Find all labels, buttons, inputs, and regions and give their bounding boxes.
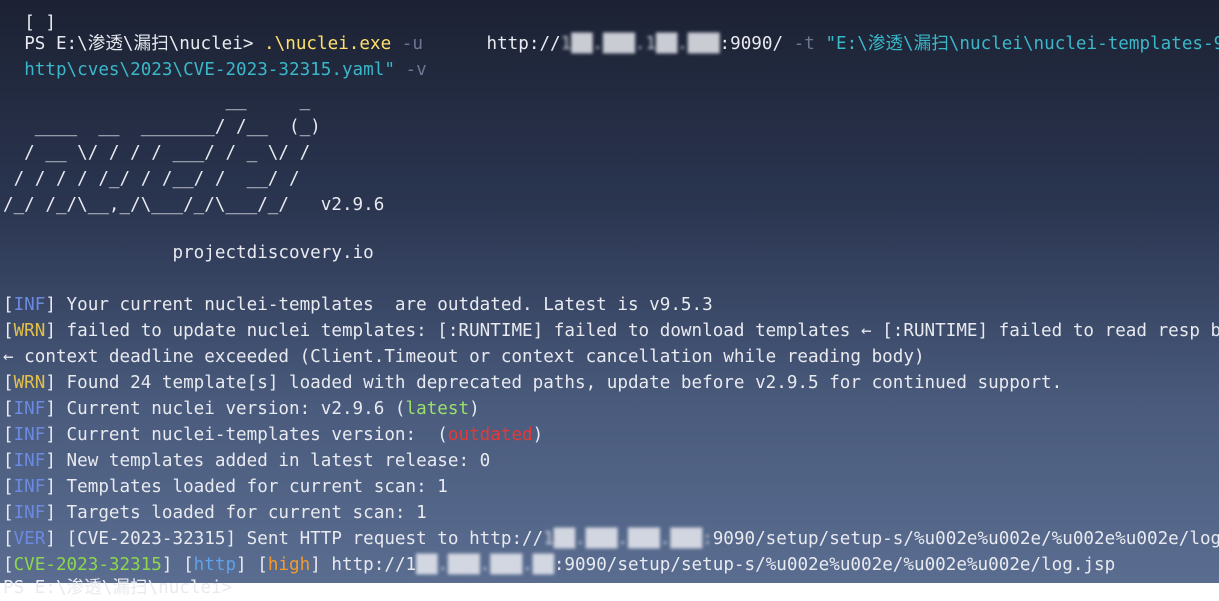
log-line: [INF] Current nuclei-templates version: … [3,425,544,445]
log-line: [INF] Templates loaded for current scan:… [3,477,448,497]
log-text: Current nuclei version: v2.9.6 ( [55,399,406,419]
result-url-suffix: :9090/setup/setup-s/%u002e%u002e/%u002e%… [553,555,1116,575]
log-tag-inf: INF [13,425,46,445]
log-text: Current nuclei-templates version: ( [55,425,448,445]
log-tag-inf: INF [13,503,46,523]
log-line-wrap: ← context deadline exceeded (Client.Time… [3,347,925,367]
template-path-2: http\cves\2023\CVE-2023-32315.yaml" [24,60,395,80]
log-tag-inf: INF [13,399,46,419]
target-url-suffix: :9090/ [719,34,784,54]
log-line: [INF] Your current nuclei-templates are … [3,295,713,315]
log-text: Templates loaded for current scan: 1 [55,477,448,497]
banner-line-5: /_/ /_/\__,_/\___/_/\___/_/ v2.9.6 [3,195,385,215]
version-status-outdated: outdated [447,425,533,445]
target-url-masked: 1██.███.1██.███ [560,34,720,54]
result-url-masked: ██.███.███.██ [416,555,554,575]
log-text-end: ) [532,425,544,445]
log-tag-wrn: WRN [13,373,46,393]
banner-line-2: ____ __ _______/ /__ (_) [3,117,321,137]
log-tag-ver: VER [13,529,46,549]
log-line: [INF] Targets loaded for current scan: 1 [3,503,427,523]
next-prompt: PS E:\渗透\漏扫\nuclei> [3,575,243,601]
result-protocol: http [193,555,237,575]
flag-t: -t [783,34,826,54]
result-url-prefix: http://1 [320,555,417,575]
command-line: PS E:\渗透\漏扫\nuclei> .\nuclei.exe -u http… [3,5,1219,54]
log-text: Found 24 template[s] loaded with depreca… [55,373,1063,393]
log-line: [WRN] failed to update nuclei templates:… [3,318,1219,344]
log-tag-wrn: WRN [13,321,46,341]
result-severity: high [267,555,311,575]
masked-ip: 1██.███.███.███: [543,529,713,549]
template-path-1: "E:\渗透\漏扫\nuclei\nuclei-templates-9.5.3\ [825,34,1219,54]
log-text-end: ) [469,399,480,419]
banner-line-3: / __ \/ / / / ___/ / _ \/ / [3,143,311,163]
log-line: [VER] [CVE-2023-32315] Sent HTTP request… [3,526,1219,552]
log-line: [INF] New templates added in latest rele… [3,451,491,471]
shell-prompt: PS E:\渗透\漏扫\nuclei> [3,578,243,598]
log-line: [INF] Current nuclei version: v2.9.6 (la… [3,399,480,419]
banner-line-1: __ _ [3,91,311,111]
log-text: [CVE-2023-32315] Sent HTTP request to ht… [55,529,544,549]
flag-v: -v [394,60,427,80]
log-line: [WRN] Found 24 template[s] loaded with d… [3,373,1063,393]
command-line-wrap: http\cves\2023\CVE-2023-32315.yaml" -v [3,31,427,80]
target-url-prefix: http:// [422,34,561,54]
banner-line-4: / / / / /_/ / /__/ / __/ / [3,169,300,189]
log-text: New templates added in latest release: 0 [55,451,491,471]
log-tag-inf: INF [13,451,46,471]
log-text: Your current nuclei-templates are outdat… [55,295,713,315]
log-tag-inf: INF [13,477,46,497]
log-tag-inf: INF [13,295,46,315]
log-text-end: 9090/setup/setup-s/%u002e%u002e/%u002e%u… [712,529,1219,549]
banner-site: projectdiscovery.io [3,243,374,263]
log-text: failed to update nuclei templates: [:RUN… [55,321,1219,341]
version-status-latest: latest [405,399,470,419]
result-cve-id: CVE-2023-32315 [13,555,162,575]
log-text: Targets loaded for current scan: 1 [55,503,427,523]
